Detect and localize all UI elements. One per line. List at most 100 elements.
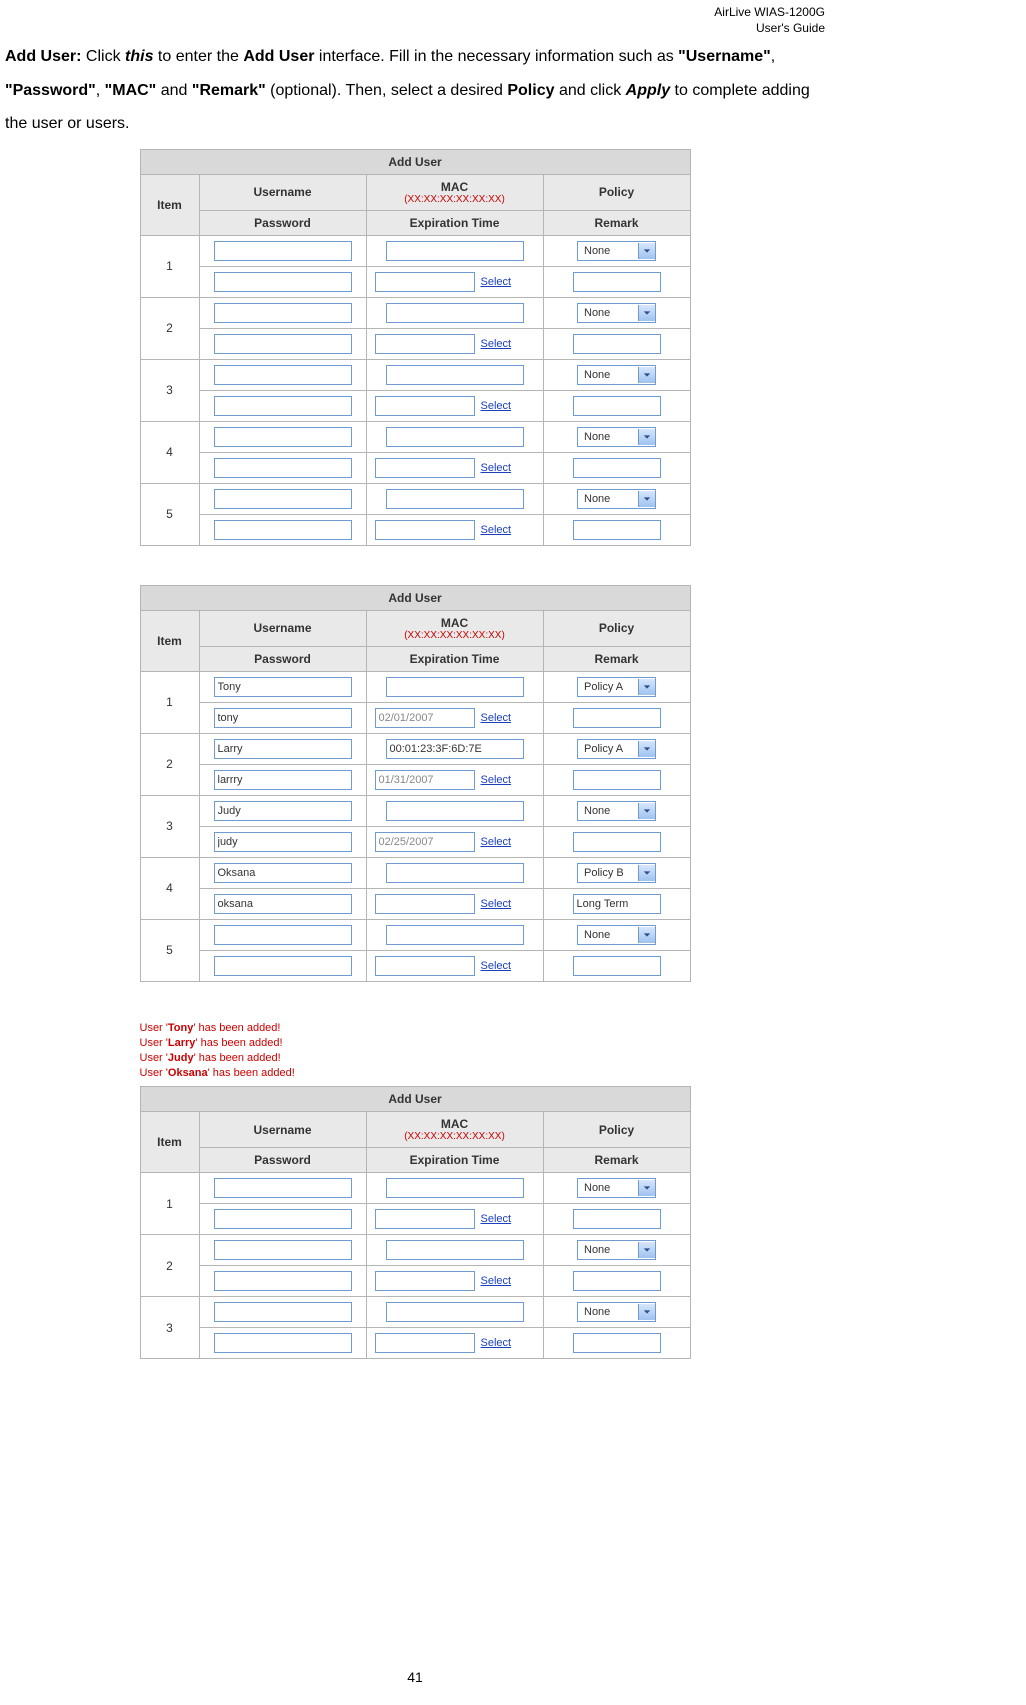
policy-select[interactable]: Policy A: [577, 739, 656, 759]
policy-select[interactable]: None: [577, 1240, 656, 1260]
mac-input[interactable]: [386, 365, 524, 385]
remark-input[interactable]: [573, 1271, 661, 1291]
select-date-link[interactable]: Select: [481, 400, 512, 412]
username-input[interactable]: [214, 677, 352, 697]
expiration-input[interactable]: [375, 520, 475, 540]
mac-input[interactable]: [386, 925, 524, 945]
password-input[interactable]: [214, 1271, 352, 1291]
dropdown-button[interactable]: [638, 243, 655, 259]
mac-input[interactable]: [386, 863, 524, 883]
expiration-input[interactable]: [375, 1333, 475, 1353]
mac-input[interactable]: [386, 677, 524, 697]
remark-input[interactable]: [573, 770, 661, 790]
dropdown-button[interactable]: [638, 429, 655, 445]
dropdown-button[interactable]: [638, 491, 655, 507]
username-input[interactable]: [214, 925, 352, 945]
password-input[interactable]: [214, 956, 352, 976]
policy-select[interactable]: None: [577, 241, 656, 261]
dropdown-button[interactable]: [638, 865, 655, 881]
dropdown-button[interactable]: [638, 367, 655, 383]
expiration-input[interactable]: [375, 894, 475, 914]
dropdown-button[interactable]: [638, 927, 655, 943]
select-date-link[interactable]: Select: [481, 276, 512, 288]
select-date-link[interactable]: Select: [481, 836, 512, 848]
remark-input[interactable]: [573, 272, 661, 292]
expiration-input[interactable]: [375, 272, 475, 292]
remark-input[interactable]: [573, 334, 661, 354]
password-input[interactable]: [214, 334, 352, 354]
select-date-link[interactable]: Select: [481, 524, 512, 536]
username-input[interactable]: [214, 365, 352, 385]
remark-input[interactable]: [573, 1333, 661, 1353]
mac-input[interactable]: [386, 427, 524, 447]
policy-select[interactable]: None: [577, 925, 656, 945]
policy-select[interactable]: None: [577, 427, 656, 447]
dropdown-button[interactable]: [638, 1180, 655, 1196]
expiration-input[interactable]: [375, 458, 475, 478]
policy-select[interactable]: None: [577, 365, 656, 385]
password-input[interactable]: [214, 1209, 352, 1229]
select-date-link[interactable]: Select: [481, 960, 512, 972]
select-date-link[interactable]: Select: [481, 1213, 512, 1225]
policy-select[interactable]: None: [577, 489, 656, 509]
password-input[interactable]: [214, 832, 352, 852]
expiration-input[interactable]: [375, 708, 475, 728]
expiration-input[interactable]: [375, 1271, 475, 1291]
expiration-input[interactable]: [375, 956, 475, 976]
username-input[interactable]: [214, 1302, 352, 1322]
mac-input[interactable]: [386, 241, 524, 261]
select-date-link[interactable]: Select: [481, 774, 512, 786]
password-input[interactable]: [214, 458, 352, 478]
mac-input[interactable]: [386, 303, 524, 323]
username-input[interactable]: [214, 739, 352, 759]
select-date-link[interactable]: Select: [481, 898, 512, 910]
select-date-link[interactable]: Select: [481, 1337, 512, 1349]
expiration-input[interactable]: [375, 334, 475, 354]
username-input[interactable]: [214, 427, 352, 447]
select-date-link[interactable]: Select: [481, 338, 512, 350]
policy-select[interactable]: None: [577, 303, 656, 323]
username-input[interactable]: [214, 303, 352, 323]
expiration-input[interactable]: [375, 770, 475, 790]
policy-select[interactable]: None: [577, 801, 656, 821]
mac-input[interactable]: [386, 1302, 524, 1322]
remark-input[interactable]: [573, 458, 661, 478]
mac-input[interactable]: [386, 739, 524, 759]
policy-select[interactable]: None: [577, 1178, 656, 1198]
expiration-input[interactable]: [375, 832, 475, 852]
dropdown-button[interactable]: [638, 305, 655, 321]
username-input[interactable]: [214, 863, 352, 883]
dropdown-button[interactable]: [638, 803, 655, 819]
dropdown-button[interactable]: [638, 1242, 655, 1258]
password-input[interactable]: [214, 520, 352, 540]
password-input[interactable]: [214, 894, 352, 914]
policy-select[interactable]: None: [577, 1302, 656, 1322]
password-input[interactable]: [214, 396, 352, 416]
select-date-link[interactable]: Select: [481, 462, 512, 474]
policy-select[interactable]: Policy B: [577, 863, 656, 883]
policy-select[interactable]: Policy A: [577, 677, 656, 697]
password-input[interactable]: [214, 770, 352, 790]
mac-input[interactable]: [386, 489, 524, 509]
expiration-input[interactable]: [375, 1209, 475, 1229]
remark-input[interactable]: [573, 832, 661, 852]
expiration-input[interactable]: [375, 396, 475, 416]
username-input[interactable]: [214, 489, 352, 509]
remark-input[interactable]: [573, 520, 661, 540]
dropdown-button[interactable]: [638, 741, 655, 757]
remark-input[interactable]: [573, 708, 661, 728]
password-input[interactable]: [214, 272, 352, 292]
mac-input[interactable]: [386, 801, 524, 821]
select-date-link[interactable]: Select: [481, 712, 512, 724]
password-input[interactable]: [214, 1333, 352, 1353]
dropdown-button[interactable]: [638, 1304, 655, 1320]
dropdown-button[interactable]: [638, 679, 655, 695]
remark-input[interactable]: [573, 956, 661, 976]
username-input[interactable]: [214, 1178, 352, 1198]
username-input[interactable]: [214, 241, 352, 261]
remark-input[interactable]: [573, 894, 661, 914]
password-input[interactable]: [214, 708, 352, 728]
remark-input[interactable]: [573, 1209, 661, 1229]
select-date-link[interactable]: Select: [481, 1275, 512, 1287]
remark-input[interactable]: [573, 396, 661, 416]
